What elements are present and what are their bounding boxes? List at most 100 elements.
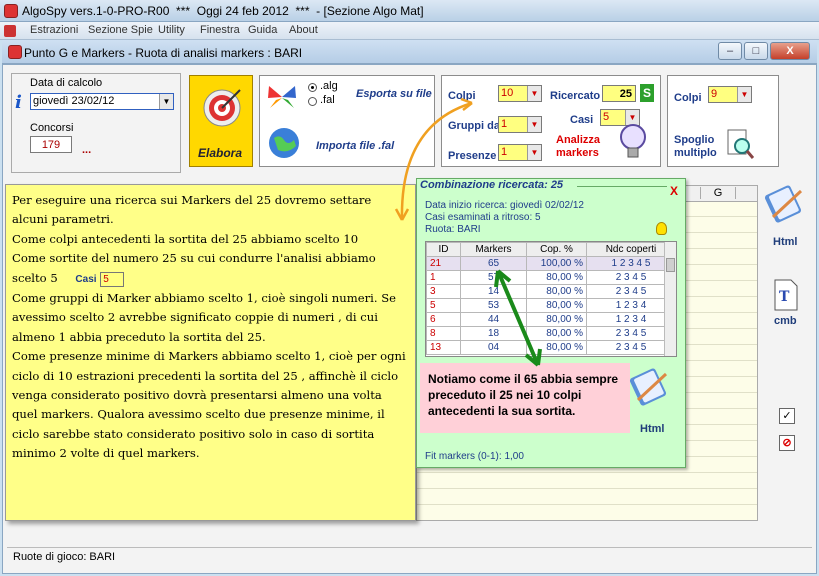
cancel-icon[interactable]: ⊘ [779, 435, 795, 451]
row-id: 3 [426, 284, 461, 299]
date-dropdown[interactable]: giovedì 23/02/12 ▼ [30, 93, 174, 110]
window-menu-icon[interactable] [4, 25, 16, 37]
table-row[interactable]: 3 14 80,00 % 2 3 4 5 [426, 284, 676, 299]
radio-alg-label: .alg [320, 80, 338, 92]
minimize-button[interactable]: – [718, 42, 742, 60]
table-row[interactable]: 5 53 80,00 % 1 2 3 4 [426, 298, 676, 313]
casi-label: Casi [570, 114, 594, 126]
html-report-label: Html [640, 423, 665, 435]
date-panel: Data di calcolo i giovedì 23/02/12 ▼ Con… [11, 73, 181, 173]
menu-utility[interactable]: Utility [158, 24, 185, 36]
col-ndc[interactable]: Ndc coperti [586, 242, 676, 257]
markers-table[interactable]: ID Markers Cop. % Ndc coperti 21 65 100,00… [425, 241, 677, 357]
html-export-icon[interactable] [763, 181, 807, 225]
spoglio-multiplo-button[interactable]: Spoglio multiplo [674, 134, 717, 160]
butterfly-icon [268, 86, 296, 108]
colpi-dropdown[interactable]: 10 ▼ [498, 85, 542, 102]
info-icon: i [15, 92, 22, 113]
menu-bar: Estrazioni Sezione Spie Utility Finestra… [0, 22, 819, 40]
html-report-icon[interactable] [628, 366, 672, 408]
presenze-value: 1 [501, 146, 508, 158]
row-id: 8 [426, 326, 461, 341]
combination-close-button[interactable]: X [670, 184, 678, 198]
spoglio-colpi-value: 9 [711, 88, 718, 100]
note-casi-value: 5 [100, 271, 125, 287]
casi-value: 5 [603, 111, 610, 123]
grid-column-g[interactable]: G [700, 187, 736, 199]
table-row[interactable]: 13 04 80,00 % 2 3 4 5 [426, 340, 676, 355]
html-label: Html [773, 236, 798, 248]
spoglio-colpi-label: Colpi [674, 92, 702, 104]
s-button[interactable]: S [640, 84, 654, 102]
table-scrollbar[interactable] [664, 242, 676, 356]
row-ndc: 1 2 3 4 [586, 298, 676, 313]
elabora-label: Elabora [198, 146, 243, 160]
concorsi-more-button[interactable]: ... [82, 144, 91, 156]
svg-text:T: T [779, 289, 790, 305]
instruction-note: Per eseguire una ricerca sui Markers del… [5, 184, 416, 521]
col-cop[interactable]: Cop. % [526, 242, 587, 257]
note-line-presenze: Come presenze minime di Markers abbiamo … [12, 349, 406, 461]
table-row[interactable]: 1 57 80,00 % 2 3 4 5 [426, 270, 676, 285]
gruppi-value: 1 [501, 118, 508, 130]
row-id: 5 [426, 298, 461, 313]
window-title: Punto G e Markers - Ruota di analisi mar… [24, 46, 303, 60]
presenze-dropdown[interactable]: 1 ▼ [498, 144, 542, 161]
status-text: Ruote di gioco: BARI [13, 551, 116, 563]
chevron-down-icon: ▼ [737, 87, 751, 102]
radio-fal[interactable] [308, 97, 317, 106]
app-logo-icon [4, 4, 18, 18]
analizza-markers-button[interactable]: Analizza markers [556, 134, 600, 160]
chevron-down-icon: ▼ [527, 86, 541, 101]
radio-fal-label: .fal [320, 94, 335, 106]
menu-guida[interactable]: Guida [248, 24, 277, 36]
col-markers[interactable]: Markers [460, 242, 527, 257]
ricercato-input[interactable]: 25 [602, 85, 636, 102]
row-id: 1 [426, 270, 461, 285]
radio-alg[interactable] [308, 83, 317, 92]
fit-markers-text: Fit markers (0-1): 1,00 [425, 451, 524, 462]
date-label: Data di calcolo [30, 77, 103, 89]
row-ndc: 2 3 4 5 [586, 284, 676, 299]
target-icon [203, 89, 241, 127]
maximize-button[interactable]: □ [744, 42, 768, 60]
chevron-down-icon: ▼ [527, 117, 541, 132]
gruppi-dropdown[interactable]: 1 ▼ [498, 116, 542, 133]
table-row[interactable]: 6 44 80,00 % 1 2 3 4 [426, 312, 676, 327]
hint-bulb-icon[interactable] [656, 222, 667, 235]
import-button[interactable]: Importa file .fal [316, 140, 394, 152]
ricercato-label: Ricercato [550, 90, 601, 102]
row-id: 21 [426, 256, 461, 271]
table-row[interactable]: 21 65 100,00 % 1 2 3 4 5 [426, 256, 676, 271]
lightbulb-icon[interactable] [618, 122, 648, 162]
table-row[interactable]: 8 18 80,00 % 2 3 4 5 [426, 326, 676, 341]
menu-about[interactable]: About [289, 24, 318, 36]
spoglio-panel: Colpi 9 ▼ Spoglio multiplo [667, 75, 779, 167]
app-title: AlgoSpy vers.1-0-PRO-R00 *** Oggi 24 feb… [22, 4, 424, 18]
globe-icon [269, 128, 299, 158]
document-search-icon[interactable] [726, 128, 754, 160]
chevron-down-icon: ▼ [159, 94, 173, 109]
menu-finestra[interactable]: Finestra [200, 24, 240, 36]
row-ndc: 2 3 4 5 [586, 326, 676, 341]
cmb-file-icon[interactable]: T [773, 279, 799, 311]
check-all-icon[interactable]: ✓ [779, 408, 795, 424]
concorsi-input[interactable]: 179 [30, 136, 72, 153]
colpi-value: 10 [501, 87, 514, 99]
row-ndc: 2 3 4 5 [586, 270, 676, 285]
spoglio-colpi-dropdown[interactable]: 9 ▼ [708, 86, 752, 103]
menu-estrazioni[interactable]: Estrazioni [30, 24, 78, 36]
col-id[interactable]: ID [426, 242, 461, 257]
note-line-gruppi: Come gruppi di Marker abbiamo scelto 1, … [12, 291, 396, 344]
close-window-button[interactable]: X [770, 42, 810, 60]
row-ndc: 2 3 4 5 [586, 340, 676, 355]
date-value: giovedì 23/02/12 [33, 95, 115, 107]
app-title-bar: AlgoSpy vers.1-0-PRO-R00 *** Oggi 24 feb… [0, 0, 819, 22]
orange-arrow [394, 97, 473, 221]
window-icon [8, 45, 22, 59]
note-casi-label: Casi [75, 273, 97, 285]
note-line-intro: Per eseguire una ricerca sui Markers del… [12, 193, 372, 227]
window-title-bar: Punto G e Markers - Ruota di analisi mar… [2, 40, 817, 64]
elabora-button[interactable]: Elabora [189, 75, 253, 167]
menu-sezione-spie[interactable]: Sezione Spie [88, 24, 153, 36]
